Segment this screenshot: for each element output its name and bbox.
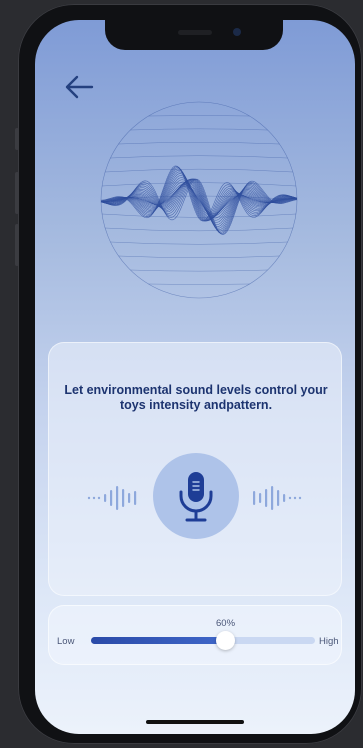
microphone-icon: [179, 472, 213, 522]
mute-switch: [15, 128, 19, 150]
sound-wave-sphere-illustration: [100, 101, 298, 299]
slider-low-label: Low: [57, 636, 75, 647]
home-indicator: [146, 720, 244, 724]
volume-down-button: [15, 224, 19, 266]
sound-wave-left-icon: [87, 486, 137, 510]
earpiece-speaker: [178, 30, 212, 35]
sound-wave-right-icon: [253, 486, 302, 510]
app-screen: Let environmental sound levels control y…: [35, 20, 355, 734]
intensity-slider-card: 60% Low High: [48, 605, 342, 665]
microphone-button[interactable]: [153, 453, 239, 539]
front-camera: [233, 28, 241, 36]
slider-high-label: High: [319, 636, 339, 647]
notch: [105, 20, 283, 50]
slider-thumb[interactable]: [216, 631, 236, 650]
sound-control-card: Let environmental sound levels control y…: [48, 342, 342, 596]
description-text: Let environmental sound levels control y…: [64, 383, 328, 412]
intensity-slider[interactable]: [91, 631, 315, 650]
slider-fill: [91, 637, 226, 644]
slider-value-label: 60%: [216, 618, 236, 629]
volume-up-button: [15, 172, 19, 214]
